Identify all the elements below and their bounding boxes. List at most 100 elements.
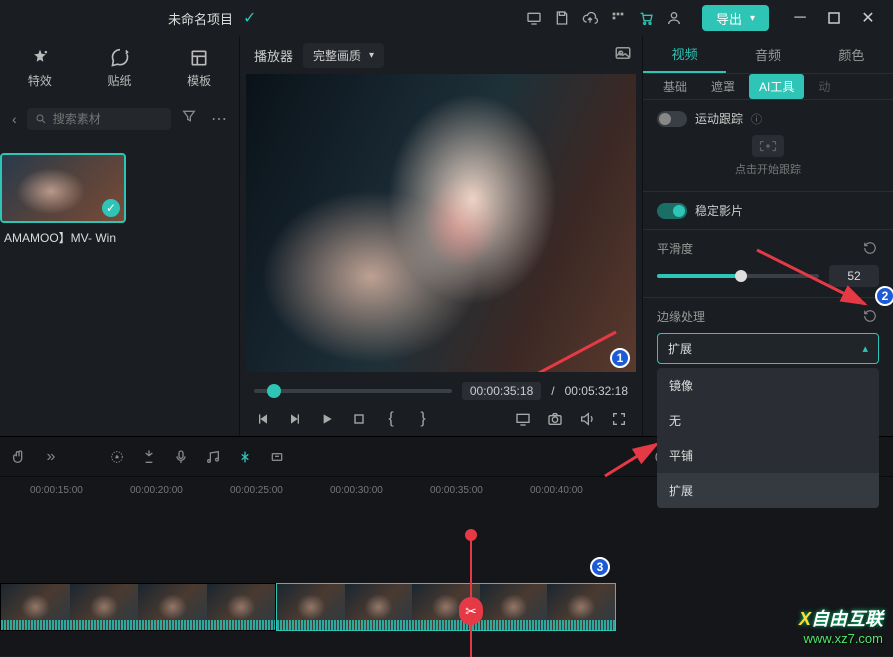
back-chevron-icon[interactable]: ‹ [8, 107, 21, 131]
tab-effects-label: 特效 [28, 72, 52, 89]
smoothness-label: 平滑度 [657, 240, 693, 257]
ruler-tick: 00:00:40:00 [530, 485, 583, 496]
chevron-up-icon: ▴ [862, 342, 868, 355]
edge-dropdown-menu: 镜像 无 平铺 扩展 [657, 368, 879, 508]
apps-icon[interactable] [604, 4, 632, 32]
tab-video[interactable]: 视频 [643, 36, 726, 73]
camera-icon[interactable] [546, 410, 564, 428]
preview-progress-slider[interactable] [254, 389, 452, 393]
smoothness-reset-icon[interactable] [863, 241, 879, 257]
clip-added-check-icon: ✓ [102, 199, 120, 217]
edge-dropdown-value: 扩展 [668, 340, 692, 357]
edge-option-none[interactable]: 无 [657, 403, 879, 438]
smoothness-value[interactable]: 52 [829, 265, 879, 287]
play-button[interactable] [318, 410, 336, 428]
help-icon[interactable]: ⓘ [751, 111, 762, 127]
tl-mic-icon[interactable] [172, 448, 190, 466]
start-tracking-label[interactable]: 点击开始跟踪 [657, 161, 879, 177]
output-display-icon[interactable] [514, 410, 532, 428]
stabilize-toggle[interactable] [657, 203, 687, 219]
project-title: 未命名项目 [168, 9, 233, 28]
tl-marker-icon[interactable] [140, 448, 158, 466]
window-minimize-button[interactable]: ─ [783, 4, 817, 32]
user-icon[interactable] [660, 4, 688, 32]
tl-music-icon[interactable] [204, 448, 222, 466]
motion-tracking-label: 运动跟踪 [695, 110, 743, 127]
preview-video[interactable]: 1 [246, 74, 636, 372]
cloud-upload-icon[interactable] [576, 4, 604, 32]
cart-icon[interactable] [632, 4, 660, 32]
edge-option-extend[interactable]: 扩展 [657, 473, 879, 508]
subtab-basic[interactable]: 基础 [653, 74, 697, 99]
tab-templates[interactable]: 模板 [159, 48, 239, 89]
export-button[interactable]: 导出 ▾ [702, 5, 769, 31]
tracking-target-icon [752, 135, 784, 157]
edge-label: 边缘处理 [657, 308, 705, 325]
preview-progress[interactable]: 00:00:35:18 / 00:05:32:18 [246, 378, 636, 404]
tl-handtool-icon[interactable] [10, 448, 28, 466]
annotation-badge-3: 3 [590, 557, 610, 577]
ruler-tick: 00:00:30:00 [330, 485, 383, 496]
fullscreen-icon[interactable] [610, 410, 628, 428]
tab-effects[interactable]: 特效 [0, 48, 80, 89]
more-icon[interactable]: ⋯ [207, 105, 231, 133]
device-icon[interactable] [520, 4, 548, 32]
edge-option-mirror[interactable]: 镜像 [657, 368, 879, 403]
tab-audio[interactable]: 音频 [726, 37, 809, 72]
subtab-more[interactable]: 动 [808, 74, 840, 99]
preview-current-time: 00:00:35:18 [462, 382, 541, 400]
scissors-icon[interactable]: ✂ [459, 597, 483, 625]
player-label: 播放器 [254, 46, 293, 65]
edge-dropdown[interactable]: 扩展 ▴ [657, 333, 879, 364]
video-track[interactable] [0, 583, 893, 631]
ruler-tick: 00:00:35:00 [430, 485, 483, 496]
annotation-badge-2: 2 [875, 286, 893, 306]
time-separator: / [551, 384, 554, 398]
quality-select-label: 完整画质 [313, 47, 361, 64]
motion-tracking-toggle[interactable] [657, 111, 687, 127]
chevron-down-icon: ▾ [750, 13, 755, 24]
tab-stickers-label: 贴纸 [108, 72, 132, 89]
titlebar: 未命名项目 ✓ 导出 ▾ ─ ✕ [0, 0, 893, 36]
tab-templates-label: 模板 [187, 72, 211, 89]
subtab-mask[interactable]: 遮罩 [701, 74, 745, 99]
edge-option-tile[interactable]: 平铺 [657, 438, 879, 473]
volume-icon[interactable] [578, 410, 596, 428]
save-icon[interactable] [548, 4, 576, 32]
snapshot-icon[interactable] [610, 40, 636, 71]
next-frame-button[interactable] [286, 410, 304, 428]
tab-stickers[interactable]: 贴纸 [80, 48, 160, 89]
autosave-check-icon: ✓ [243, 8, 256, 28]
preview-total-time: 00:05:32:18 [565, 384, 628, 398]
tl-crop-icon[interactable] [268, 448, 286, 466]
stabilize-label: 稳定影片 [695, 202, 743, 219]
media-clip-name: AMAMOO】MV- Win [0, 223, 239, 252]
prev-frame-button[interactable] [254, 410, 272, 428]
window-maximize-button[interactable] [817, 4, 851, 32]
tl-expand-icon[interactable]: » [42, 448, 60, 466]
export-button-label: 导出 [716, 9, 742, 28]
search-input-wrap[interactable] [27, 108, 171, 130]
search-icon [35, 112, 47, 126]
chevron-down-icon: ▾ [369, 50, 374, 61]
edge-reset-icon[interactable] [863, 309, 879, 325]
tab-color[interactable]: 颜色 [810, 37, 893, 72]
playhead[interactable]: ✂ [470, 537, 472, 657]
tl-target-icon[interactable] [108, 448, 126, 466]
tl-razor-icon[interactable] [236, 448, 254, 466]
preview-panel: 播放器 完整画质 ▾ 1 00:00:35:18 / 00:05:32:18 [240, 36, 643, 436]
filter-icon[interactable] [177, 104, 201, 133]
search-input[interactable] [53, 112, 163, 126]
annotation-badge-1: 1 [610, 348, 630, 368]
inspector-panel: 视频 音频 颜色 基础 遮罩 AI工具 动 运动跟踪 ⓘ 点击开始跟踪 稳定影片 [643, 36, 893, 436]
media-clip-thumbnail[interactable]: ✓ [0, 153, 126, 223]
smoothness-slider[interactable] [657, 274, 819, 278]
window-close-button[interactable]: ✕ [851, 4, 885, 32]
quality-select[interactable]: 完整画质 ▾ [303, 43, 384, 68]
ruler-tick: 00:00:15:00 [30, 485, 83, 496]
mark-out-button[interactable]: } [414, 410, 432, 428]
ruler-tick: 00:00:25:00 [230, 485, 283, 496]
mark-in-button[interactable]: { [382, 410, 400, 428]
subtab-ai-tools[interactable]: AI工具 [749, 74, 804, 99]
stop-button[interactable] [350, 410, 368, 428]
